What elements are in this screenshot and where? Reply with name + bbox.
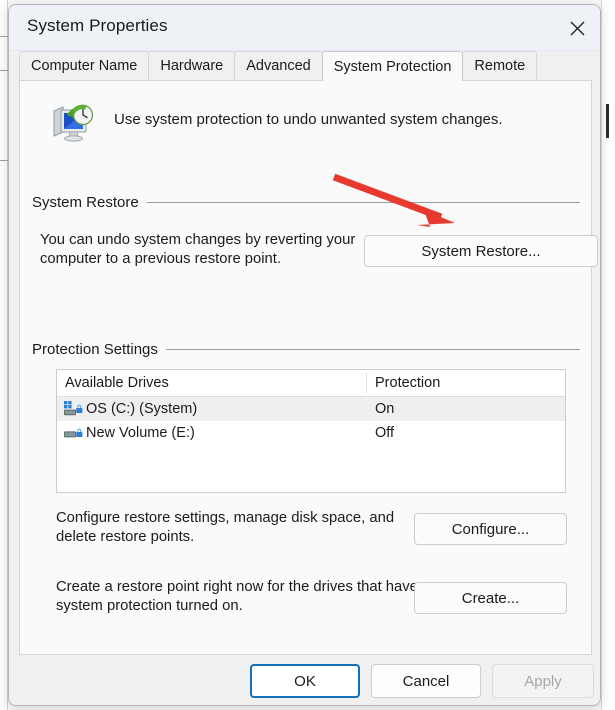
desktop-background: System Properties Computer Name Hardware… (0, 0, 615, 710)
group-divider (165, 349, 580, 350)
drive-name-cell: OS (C:) (System) (57, 400, 367, 418)
button-label: Configure... (451, 520, 530, 538)
background-window-left-edge (0, 0, 8, 710)
drive-name-label: New Volume (E:) (86, 425, 195, 441)
title-bar: System Properties (9, 5, 600, 51)
system-properties-dialog: System Properties Computer Name Hardware… (8, 4, 601, 706)
system-restore-description: You can undo system changes by reverting… (40, 232, 356, 267)
close-icon[interactable] (554, 5, 600, 51)
button-label: Create... (461, 589, 520, 607)
background-window-marker (606, 104, 609, 138)
drives-list-header: Available Drives Protection (57, 370, 565, 397)
group-label: System Restore (32, 194, 139, 211)
tab-label: Hardware (160, 58, 224, 74)
column-header-protection[interactable]: Protection (367, 370, 565, 396)
group-label: Protection Settings (32, 341, 158, 358)
tab-label: Advanced (246, 58, 311, 74)
column-header-label: Available Drives (65, 375, 169, 391)
button-label: Cancel (402, 672, 450, 690)
configure-description: Configure restore settings, manage disk … (56, 510, 395, 545)
table-row[interactable]: OS (C:) (System) On (57, 397, 565, 421)
tab-system-protection[interactable]: System Protection (321, 51, 464, 81)
system-restore-icon (53, 104, 94, 142)
windows-drive-icon (64, 401, 83, 416)
configure-button[interactable]: Configure... (414, 513, 567, 545)
available-drives-list[interactable]: Available Drives Protection OS (C:) (Sys… (56, 369, 566, 493)
protection-header-text: Use system protection to undo unwanted s… (114, 111, 503, 128)
drive-icon (64, 428, 83, 438)
window-title: System Properties (27, 16, 168, 35)
apply-button: Apply (492, 664, 594, 698)
drive-protection-cell: On (375, 401, 395, 417)
tab-label: Computer Name (31, 58, 138, 74)
ok-button[interactable]: OK (250, 664, 360, 698)
tab-label: Remote (474, 58, 526, 74)
tab-label: System Protection (333, 58, 452, 75)
column-header-available-drives[interactable]: Available Drives (57, 370, 367, 396)
cancel-button[interactable]: Cancel (371, 664, 481, 698)
button-label: OK (294, 672, 316, 690)
tab-strip: Computer Name Hardware Advanced System P… (9, 51, 600, 81)
column-header-label: Protection (375, 375, 441, 391)
drive-protection-cell: Off (375, 425, 395, 441)
drive-name-label: OS (C:) (System) (86, 401, 198, 417)
protection-header: Use system protection to undo unwanted s… (38, 95, 578, 153)
tab-remote[interactable]: Remote (462, 51, 538, 80)
group-divider (146, 202, 580, 203)
drive-name-cell: New Volume (E:) (57, 424, 367, 442)
table-row[interactable]: New Volume (E:) Off (57, 421, 565, 445)
create-description: Create a restore point right now for the… (56, 579, 418, 614)
tab-hardware[interactable]: Hardware (148, 51, 236, 80)
tab-computer-name[interactable]: Computer Name (19, 51, 150, 80)
create-button[interactable]: Create... (414, 582, 567, 614)
system-restore-group-header: System Restore (32, 194, 580, 211)
system-restore-button[interactable]: System Restore... (364, 235, 598, 267)
button-label: System Restore... (421, 242, 541, 260)
dialog-footer: OK Cancel Apply (9, 656, 600, 705)
protection-settings-group-header: Protection Settings (32, 341, 580, 358)
tab-content-panel: Use system protection to undo unwanted s… (19, 80, 598, 655)
background-window-right-edge (601, 0, 615, 710)
button-label: Apply (524, 672, 562, 690)
tab-advanced[interactable]: Advanced (234, 51, 323, 80)
